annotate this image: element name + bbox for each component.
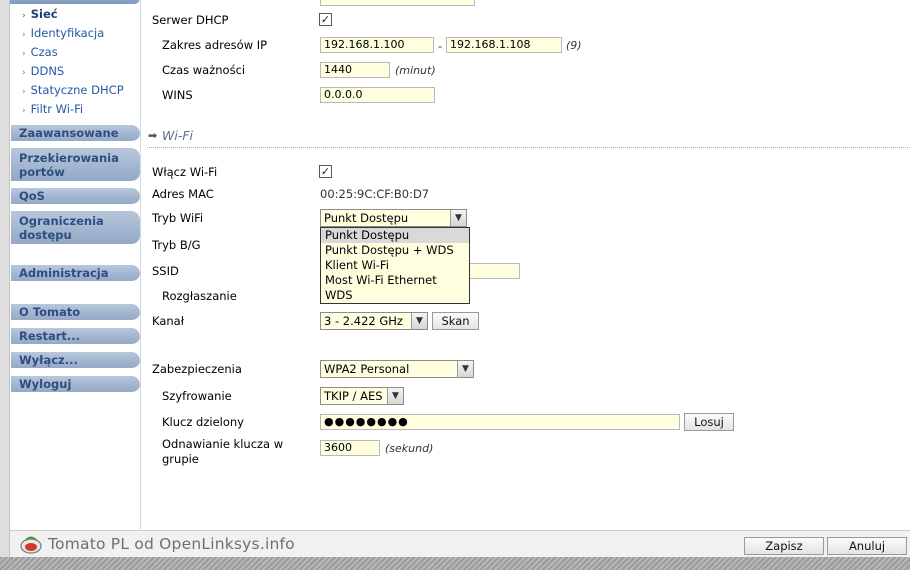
arrow-right-icon: › <box>22 106 26 116</box>
sidebar-item-label: Czas <box>30 45 58 59</box>
sidebar-item-label: Identyfikacja <box>30 26 105 40</box>
wifi-mode-selected: Punkt Dostępu <box>324 211 409 225</box>
group-key-renewal-label: Odnawianie klucza w grupie <box>162 437 284 466</box>
wifi-mode-option[interactable]: Klient Wi-Fi <box>321 258 469 273</box>
wifi-enable-label: Włącz Wi-Fi <box>152 165 218 179</box>
sidebar-item-siec[interactable]: › Sieć <box>22 6 58 23</box>
cancel-button[interactable]: Anuluj <box>827 537 907 555</box>
chevron-down-icon[interactable]: ▼ <box>457 361 473 377</box>
sidebar-item-czas[interactable]: › Czas <box>22 44 58 61</box>
wifi-mode-option[interactable]: Punkt Dostępu <box>321 228 469 243</box>
scan-button[interactable]: Skan <box>432 312 479 330</box>
sidebar-tab-top[interactable] <box>10 0 140 4</box>
wifi-mode-options-list[interactable]: Punkt Dostępu Punkt Dostępu + WDS Klient… <box>320 227 470 304</box>
sidebar-item-ddns[interactable]: › DDNS <box>22 63 64 80</box>
security-label: Zabezpieczenia <box>152 362 242 376</box>
footer: Tomato PL od OpenLinksys.info Zapisz Anu… <box>10 530 910 557</box>
router-ip-input-partial[interactable] <box>320 0 475 6</box>
dhcp-server-checkbox[interactable]: ✓ <box>319 13 332 26</box>
sidebar-item-identyfikacja[interactable]: › Identyfikacja <box>22 25 104 42</box>
wifi-section-title: Wi-Fi <box>162 128 194 143</box>
wifi-mode-option[interactable]: WDS <box>321 288 469 303</box>
tomato-logo-icon <box>20 536 42 554</box>
lease-time-input[interactable]: 1440 <box>320 62 390 78</box>
wifi-enable-checkbox[interactable]: ✓ <box>319 165 332 178</box>
wifi-mode-label: Tryb WiFi <box>152 211 204 225</box>
chevron-down-icon[interactable]: ▼ <box>450 210 466 226</box>
sidebar-item-statyczne-dhcp[interactable]: › Statyczne DHCP <box>22 82 124 99</box>
encryption-selected: TKIP / AES <box>324 389 383 403</box>
lease-time-label: Czas ważności <box>162 63 246 77</box>
mac-address-value: 00:25:9C:CF:B0:D7 <box>320 187 430 201</box>
arrow-right-icon: › <box>22 49 26 59</box>
arrow-right-icon: › <box>22 11 26 21</box>
shared-key-input[interactable]: ●●●●●●●● <box>320 414 680 430</box>
sidebar-item-filtr-wifi[interactable]: › Filtr Wi-Fi <box>22 101 83 118</box>
wifi-section-header: ➡ Wi-Fi <box>147 126 910 148</box>
ssid-label: SSID <box>152 264 179 278</box>
menu-przekierowania-portow[interactable]: Przekierowania portów <box>11 148 140 182</box>
mac-address-label: Adres MAC <box>152 187 214 201</box>
menu-zaawansowane[interactable]: Zaawansowane <box>11 125 140 142</box>
arrow-right-icon: › <box>22 30 26 40</box>
menu-ograniczenia-dostepu[interactable]: Ograniczenia dostępu <box>11 211 140 245</box>
menu-restart[interactable]: Restart... <box>11 328 140 345</box>
security-select[interactable]: WPA2 Personal ▼ <box>320 360 474 378</box>
encryption-label: Szyfrowanie <box>162 389 232 403</box>
group-key-renewal-unit: (sekund) <box>385 442 434 455</box>
encryption-select[interactable]: TKIP / AES ▼ <box>320 387 404 405</box>
lease-time-unit: (minut) <box>395 64 436 77</box>
arrow-right-icon: ➡ <box>148 129 158 142</box>
security-selected: WPA2 Personal <box>324 362 410 376</box>
chevron-down-icon[interactable]: ▼ <box>411 313 427 329</box>
bottom-border <box>0 557 910 570</box>
channel-select[interactable]: 3 - 2.422 GHz ▼ <box>320 312 428 330</box>
chevron-down-icon[interactable]: ▼ <box>387 388 403 404</box>
channel-label: Kanał <box>152 314 184 328</box>
arrow-right-icon: › <box>22 68 26 78</box>
save-button[interactable]: Zapisz <box>744 537 824 555</box>
main-content: Serwer DHCP ✓ Zakres adresów IP 192.168.… <box>142 0 910 530</box>
wifi-mode-option[interactable]: Most Wi-Fi Ethernet <box>321 273 469 288</box>
sidebar-item-label: DDNS <box>30 64 65 78</box>
sidebar-item-label: Sieć <box>30 7 58 21</box>
shared-key-label: Klucz dzielony <box>162 415 244 429</box>
menu-wyloguj[interactable]: Wyloguj <box>11 376 140 393</box>
brand-text: Tomato PL od OpenLinksys.info <box>48 535 295 553</box>
ip-range-end-input[interactable]: 192.168.1.108 <box>446 37 562 53</box>
group-key-renewal-input[interactable]: 3600 <box>320 440 380 456</box>
randomize-key-button[interactable]: Losuj <box>684 413 734 431</box>
sidebar-item-label: Filtr Wi-Fi <box>30 102 84 116</box>
page: › Sieć › Identyfikacja › Czas › DDNS › Statyc… <box>0 0 910 570</box>
menu-o-tomato[interactable]: O Tomato <box>11 304 140 321</box>
channel-selected: 3 - 2.422 GHz <box>324 314 403 328</box>
ip-range-start-input[interactable]: 192.168.1.100 <box>320 37 434 53</box>
arrow-right-icon: › <box>22 87 26 97</box>
wifi-mode-option[interactable]: Punkt Dostępu + WDS <box>321 243 469 258</box>
menu-wylacz[interactable]: Wyłącz... <box>11 352 140 369</box>
sidebar-item-label: Statyczne DHCP <box>30 83 124 97</box>
wins-label: WINS <box>162 88 193 102</box>
bg-mode-label: Tryb B/G <box>152 238 201 252</box>
wifi-mode-select[interactable]: Punkt Dostępu ▼ <box>320 209 467 227</box>
ip-range-count: (9) <box>566 39 582 52</box>
menu-administracja[interactable]: Administracja <box>11 265 140 282</box>
broadcast-label: Rozgłaszanie <box>162 289 237 303</box>
wins-input[interactable]: 0.0.0.0 <box>320 87 435 103</box>
dhcp-server-label: Serwer DHCP <box>152 13 229 27</box>
left-border <box>0 0 10 570</box>
ip-range-label: Zakres adresów IP <box>162 38 268 52</box>
ip-range-separator: - <box>438 39 443 53</box>
sidebar: › Sieć › Identyfikacja › Czas › DDNS › Statyc… <box>10 0 141 530</box>
menu-qos[interactable]: QoS <box>11 188 140 205</box>
